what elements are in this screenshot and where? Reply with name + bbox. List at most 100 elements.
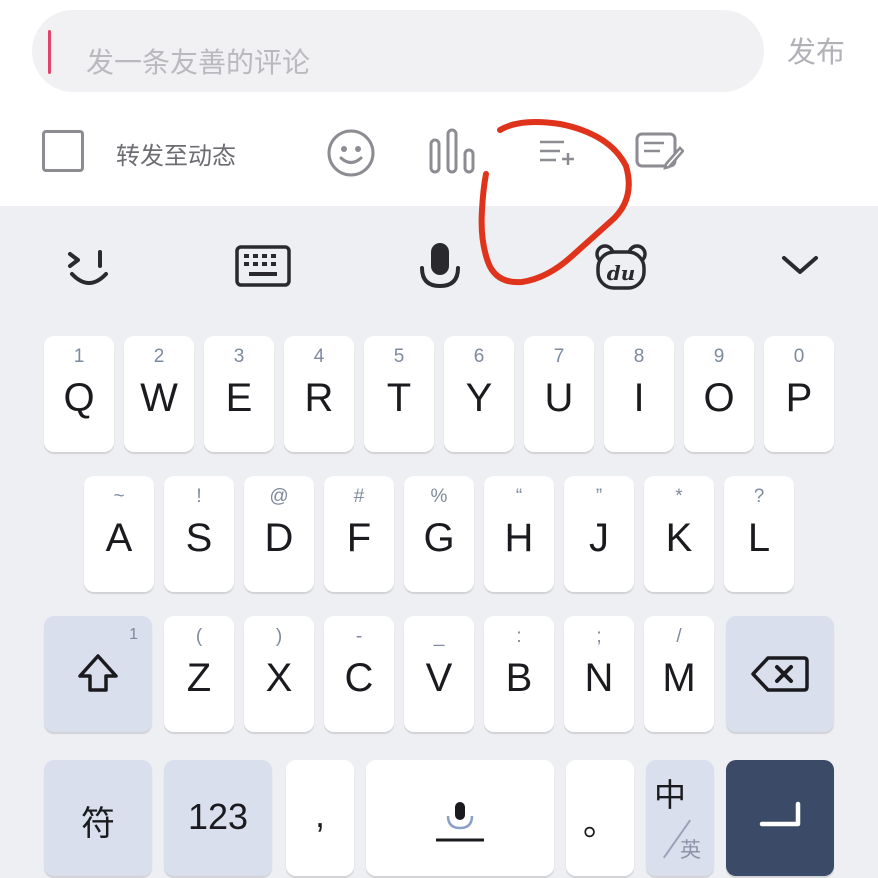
text-caret: [48, 30, 51, 74]
key-label: V: [425, 656, 453, 700]
key-label: P: [785, 376, 813, 420]
shift-arrow-icon: [76, 652, 120, 696]
key-m[interactable]: / M: [644, 616, 714, 732]
forward-label: 转发至动态: [116, 142, 236, 170]
key-y[interactable]: 6Y: [444, 336, 514, 452]
key-hint: 9: [713, 346, 725, 367]
enter-return-icon: [754, 800, 806, 836]
key-hint: 1: [129, 626, 138, 643]
key-a[interactable]: ~ A: [84, 476, 154, 592]
key-u[interactable]: 7U: [524, 336, 594, 452]
key-q[interactable]: 1Q: [44, 336, 114, 452]
key-label: D: [264, 516, 294, 560]
key-c[interactable]: -C: [324, 616, 394, 732]
key-hint: 3: [233, 346, 245, 367]
key-hint: 5: [393, 346, 405, 367]
key-hint: ~: [113, 486, 125, 507]
keyboard-icon[interactable]: [234, 244, 292, 288]
key-j[interactable]: ” J: [564, 476, 634, 592]
key-label: Z: [186, 656, 212, 700]
key-hint: *: [675, 486, 683, 507]
key-p[interactable]: 0P: [764, 336, 834, 452]
key-hint: 4: [313, 346, 325, 367]
key-hint: #: [353, 486, 365, 507]
key-label: R: [304, 376, 334, 420]
key-r[interactable]: 4R: [284, 336, 354, 452]
key-label: Y: [465, 376, 493, 420]
key-label: F: [346, 516, 372, 560]
key-w[interactable]: 2W: [124, 336, 194, 452]
key-label: L: [747, 516, 771, 560]
shift-key[interactable]: 1: [44, 616, 152, 732]
key-label: S: [185, 516, 213, 560]
key-x[interactable]: ) X: [244, 616, 314, 732]
key-label: 符: [81, 804, 115, 844]
comment-input-wrapper[interactable]: [32, 10, 776, 92]
period-key[interactable]: 。: [566, 760, 634, 876]
backspace-key[interactable]: [726, 616, 834, 732]
list-add-icon[interactable]: [538, 138, 578, 168]
key-hint: “: [515, 486, 523, 507]
key-label: A: [105, 516, 133, 560]
key-v[interactable]: _ V: [404, 616, 474, 732]
key-hint: ”: [595, 486, 603, 507]
key-z[interactable]: (Z: [164, 616, 234, 732]
key-hint: !: [196, 486, 202, 507]
key-hint: (: [195, 626, 203, 647]
key-hint: /: [676, 626, 682, 647]
key-b[interactable]: :B: [484, 616, 554, 732]
key-label: X: [265, 656, 293, 700]
key-d[interactable]: @ D: [244, 476, 314, 592]
space-key[interactable]: [366, 760, 554, 876]
wink-face-icon[interactable]: [64, 242, 114, 292]
symbols-key[interactable]: 符: [44, 760, 152, 876]
enter-key[interactable]: [726, 760, 834, 876]
key-label: J: [589, 516, 609, 560]
key-label: O: [703, 376, 735, 420]
key-l[interactable]: ? L: [724, 476, 794, 592]
comma-key[interactable]: ,: [286, 760, 354, 876]
key-n[interactable]: ; N: [564, 616, 634, 732]
key-label: T: [386, 376, 412, 420]
key-hint: 6: [473, 346, 485, 367]
key-hint: 2: [153, 346, 165, 367]
microphone-icon[interactable]: [416, 240, 464, 294]
key-hint: _: [433, 626, 445, 647]
lang-secondary-label: 英: [680, 838, 701, 862]
key-label: 123: [187, 796, 249, 837]
key-i[interactable]: 8I: [604, 336, 674, 452]
forward-checkbox[interactable]: [42, 130, 84, 172]
key-label: Q: [63, 376, 95, 420]
key-k[interactable]: * K: [644, 476, 714, 592]
comment-input[interactable]: [86, 34, 776, 90]
lang-primary-label: 中: [654, 776, 687, 814]
key-hint: 8: [633, 346, 645, 367]
smiley-face-icon[interactable]: [326, 128, 376, 178]
key-hint: 7: [553, 346, 565, 367]
audio-bars-icon[interactable]: [428, 128, 480, 174]
key-hint: @: [269, 486, 289, 507]
publish-button[interactable]: 发布: [776, 30, 856, 74]
key-label: H: [504, 516, 534, 560]
du-bear-icon[interactable]: du: [594, 242, 648, 292]
key-f[interactable]: # F: [324, 476, 394, 592]
key-hint: ): [275, 626, 283, 647]
key-label: W: [140, 376, 178, 420]
key-hint: 0: [793, 346, 805, 367]
key-e[interactable]: 3E: [204, 336, 274, 452]
key-label: G: [423, 516, 455, 560]
chevron-down-icon[interactable]: [780, 252, 820, 280]
key-o[interactable]: 9O: [684, 336, 754, 452]
key-g[interactable]: % G: [404, 476, 474, 592]
key-hint: %: [430, 486, 448, 507]
key-label: 。: [583, 804, 617, 844]
key-label: I: [633, 376, 645, 420]
key-s[interactable]: ! S: [164, 476, 234, 592]
key-t[interactable]: 5T: [364, 336, 434, 452]
key-h[interactable]: “H: [484, 476, 554, 592]
key-label: ,: [314, 794, 325, 835]
numbers-key[interactable]: 123: [164, 760, 272, 876]
language-switch-key[interactable]: 中 英: [646, 760, 714, 876]
note-edit-icon[interactable]: [634, 130, 685, 172]
key-hint: 1: [73, 346, 85, 367]
